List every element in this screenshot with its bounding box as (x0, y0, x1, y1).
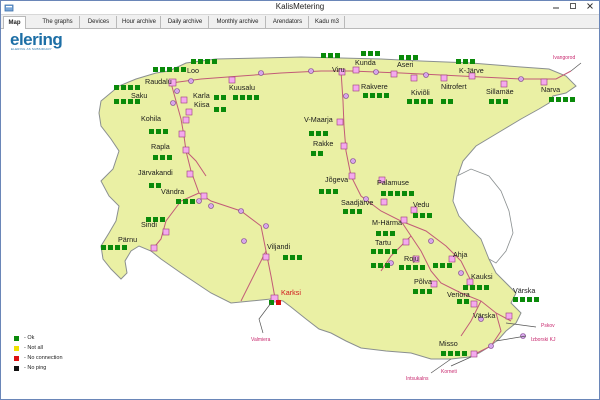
label-k-jarve: K-Järve (459, 66, 484, 75)
label-roju: Roju (404, 254, 419, 263)
label-m-harma: M-Härma (372, 218, 402, 227)
tab-arendators[interactable]: Arendators (267, 16, 309, 29)
tab-the-graphs[interactable]: The graphs (36, 16, 80, 29)
label-intsukalns: Intsukalns (406, 376, 429, 382)
label-korneti: Korneti (441, 369, 457, 375)
title-bar: KalisMetering (1, 1, 599, 15)
label-vandra: Vändra (161, 187, 184, 196)
label-raudalu: Raudalu (145, 77, 172, 86)
label-viljandi: Viljandi (267, 242, 290, 251)
legend-ok-label: - Ok (24, 335, 35, 341)
label-jarvakandi: Järvakandi (138, 168, 173, 177)
label-v-maarja: V-Maarja (304, 115, 333, 124)
maximize-icon (569, 3, 576, 9)
legend-item: - Not all (14, 345, 104, 353)
legend-item: - No connection (14, 355, 104, 363)
legend-no-ping-label: - No ping (24, 365, 47, 371)
close-icon (586, 3, 593, 9)
tab-daily-archive[interactable]: Daily archive (162, 16, 209, 29)
minimize-button[interactable] (547, 1, 564, 14)
minimize-icon (552, 7, 559, 9)
label-kohila: Kohila (141, 114, 161, 123)
label-sillamae: Sillamäe (486, 87, 514, 96)
legend-item: - Ok (14, 335, 104, 343)
label-saku: Saku (131, 91, 147, 100)
label-polva: Põlva (414, 277, 432, 286)
label-varska-ne: Värska (513, 286, 535, 295)
label-nitrofert: Nitrofert (441, 82, 467, 91)
label-palamuse: Palamuse (377, 178, 409, 187)
legend-item: - No ping (14, 365, 104, 373)
legend-not-all-swatch (14, 346, 19, 351)
karksi-status-no-connection (276, 300, 281, 305)
label-rapla: Rapla (151, 142, 170, 151)
label-sindi: Sindi (141, 220, 157, 229)
label-rakke: Rakke (313, 139, 333, 148)
legend-ok-swatch (14, 336, 19, 341)
legend-no-ping-swatch (14, 366, 19, 371)
tab-devices[interactable]: Devices (81, 16, 117, 29)
label-valmiera: Valmiera (251, 337, 271, 343)
legend-not-all-label: - Not all (24, 345, 43, 351)
label-ahja: Ahja (453, 250, 467, 259)
window-title: KalisMetering (275, 2, 325, 11)
label-varska-sw: Värska (473, 311, 495, 320)
label-kivioli: Kiviõli (411, 88, 430, 97)
label-ivangorod: Ivangorod (553, 55, 575, 61)
maximize-button[interactable] (564, 1, 581, 14)
label-kunda: Kunda (355, 58, 376, 67)
tab-hour-archive[interactable]: Hour archive (118, 16, 161, 29)
tab-kadu-m3[interactable]: Kadu m3 (310, 16, 345, 29)
label-rakvere: Rakvere (361, 82, 388, 91)
close-button[interactable] (581, 1, 598, 14)
app-window: KalisMetering Map The graphs Devices Hou… (0, 0, 600, 400)
label-aseri: Aseri (397, 60, 414, 69)
label-misso: Misso (439, 339, 458, 348)
label-saadjarve: Saadjärve (341, 198, 373, 207)
tab-bar: Map The graphs Devices Hour archive Dail… (1, 15, 599, 29)
legend-no-connection-swatch (14, 356, 19, 361)
tab-map[interactable]: Map (3, 16, 26, 29)
label-kuusalu: Kuusalu (229, 83, 255, 92)
label-pskov: Pskov (541, 323, 555, 329)
label-kiisa: Kiisa (194, 100, 210, 109)
label-karksi: Karksi (281, 288, 301, 297)
label-tartu: Tartu (375, 238, 391, 247)
label-karla: Karla (193, 91, 210, 100)
label-parnu: Pärnu (118, 235, 137, 244)
label-narva: Narva (541, 85, 560, 94)
label-izborski-kj: Izborski KJ (531, 337, 556, 343)
elering-logo: elering ELERING AS SUBSIDIARY (8, 30, 78, 52)
label-viru: Viru (332, 65, 345, 74)
label-kauksi: Kauksi (471, 272, 493, 281)
label-loo: Loo (187, 66, 199, 75)
label-jogeva: Jõgeva (325, 175, 348, 184)
tab-monthly-archive[interactable]: Monthly archive (210, 16, 266, 29)
label-veriora: Veriora (447, 290, 470, 299)
label-vedu: Vedu (413, 200, 429, 209)
legend-no-connection-label: - No connection (24, 355, 63, 361)
